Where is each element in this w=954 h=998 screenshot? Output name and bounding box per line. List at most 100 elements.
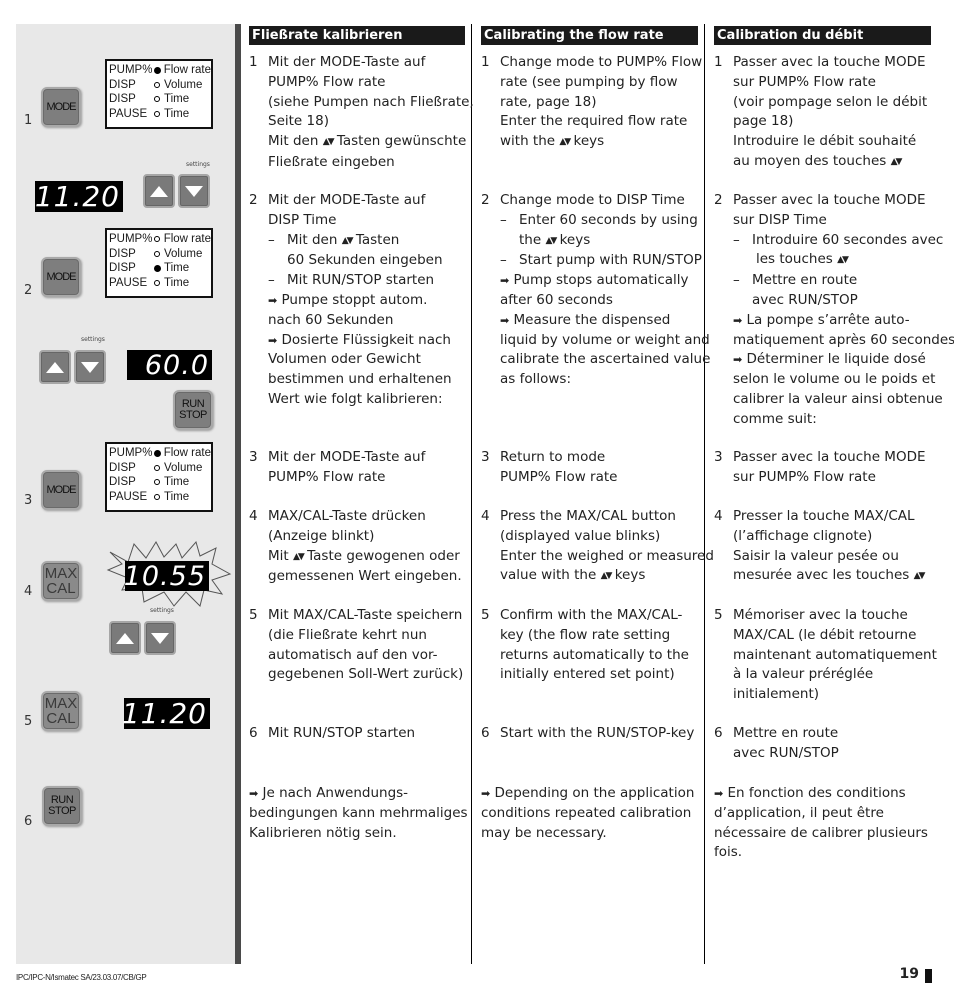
- max-cal-button[interactable]: MAX CAL: [41, 561, 81, 601]
- step-number: 4: [249, 508, 258, 524]
- down-button[interactable]: [74, 350, 106, 384]
- text-line: Mit RUN/STOP starten: [287, 272, 435, 289]
- mode-value: Time: [164, 276, 190, 289]
- text-line: Confirm with the MAX/CAL-: [500, 607, 683, 623]
- text-line: calibrate the ascertained value: [500, 351, 711, 368]
- step-number: 5: [481, 607, 490, 623]
- mode-key: PUMP%: [109, 64, 153, 76]
- document-reference: IPC/IPC-N/Ismatec SA/23.03.07/CB/GP: [16, 973, 147, 982]
- step-number-1: 1: [24, 113, 33, 128]
- text-line: after 60 seconds: [500, 291, 613, 308]
- text-line: maintenant automatiquement: [733, 646, 937, 663]
- text-line: PUMP% Flow rate: [500, 468, 618, 485]
- step-5-text: 5 Mit MAX/CAL-Taste speichern (die Fließr…: [249, 606, 469, 685]
- down-button[interactable]: [144, 621, 176, 655]
- step-number: 3: [249, 449, 258, 465]
- text-line: Introduire le débit souhaité: [733, 133, 917, 150]
- step-number: 5: [249, 607, 258, 623]
- mode-button[interactable]: MODE: [41, 470, 81, 510]
- text-line: Seite 18): [268, 113, 329, 130]
- step-1-text: 1 Change mode to PUMP% Flow rate (see pum…: [481, 53, 702, 153]
- text-line: Mit der MODE-Taste auf: [268, 54, 426, 70]
- text-line: sur DISP Time: [733, 211, 827, 228]
- text-line: Passer avec la touche MODE: [733, 192, 926, 208]
- text-line: keys: [559, 231, 591, 248]
- text-line: Depending on the application: [494, 785, 695, 801]
- text-line: 60 Sekunden eingeben: [287, 252, 443, 269]
- run-stop-button[interactable]: RUN STOP: [42, 786, 82, 826]
- text-line: Tasten: [355, 231, 400, 248]
- max-label: MAX: [44, 565, 78, 582]
- text-line: keys: [573, 133, 605, 150]
- down-arrow-icon: [151, 632, 169, 644]
- arrow-icon: ➡: [733, 313, 743, 327]
- mode-value: Time: [164, 93, 190, 106]
- step-1-text: 1 Passer avec la touche MODE sur PUMP% Fl…: [714, 53, 934, 173]
- mode-value: Flow rate: [163, 233, 211, 245]
- text-line: Pumpe stoppt autom.: [281, 291, 428, 308]
- mode-key: PAUSE: [109, 107, 148, 120]
- cal-label: CAL: [46, 710, 76, 727]
- text-line: nécessaire de calibrer plusieurs: [714, 824, 928, 841]
- inactive-dot-icon: [154, 250, 160, 257]
- step-6-text: 6 Mit RUN/STOP starten: [249, 724, 469, 744]
- step-number: 4: [714, 508, 723, 524]
- text-line: key (the flow rate setting: [500, 626, 671, 643]
- max-cal-button[interactable]: MAX CAL: [41, 691, 81, 731]
- run-stop-button[interactable]: RUN STOP: [173, 390, 213, 430]
- active-dot-icon: [153, 449, 161, 457]
- step-number: 2: [714, 192, 723, 208]
- dash: –: [500, 252, 507, 269]
- text-line: MAX/CAL-Taste drücken: [268, 508, 426, 524]
- step-3-text: 3 Passer avec la touche MODE sur PUMP% Fl…: [714, 448, 934, 488]
- text-line: Introduire 60 secondes avec: [752, 231, 944, 248]
- step-number: 2: [481, 192, 490, 208]
- mode-key: PUMP%: [109, 447, 153, 459]
- column-title: Fließrate kalibrieren: [249, 26, 465, 45]
- text-line: page 18): [733, 113, 794, 130]
- arrow-icon: ➡: [249, 787, 259, 800]
- up-down-keys-icon: ▲▼: [837, 255, 849, 266]
- text-line: Taste gewogenen oder: [307, 547, 460, 564]
- step-6-text: 6 Mettre en route avec RUN/STOP: [714, 724, 934, 764]
- arrow-icon: ➡: [481, 787, 491, 800]
- up-down-keys-icon: ▲▼: [293, 551, 305, 562]
- mode-value: Time: [164, 476, 190, 489]
- mode-key: PAUSE: [109, 490, 148, 503]
- mode-key: DISP: [109, 247, 136, 260]
- step-2-text: 2 Mit der MODE-Taste auf DISP Time – Mit d…: [249, 191, 469, 410]
- step-number-4: 4: [24, 584, 33, 599]
- text-line: initially entered set point): [500, 666, 675, 683]
- up-down-keys-icon: ▲▼: [322, 137, 335, 148]
- settings-label: settings: [186, 161, 210, 168]
- text-line: (die Fließrate kehrt nun: [268, 626, 427, 643]
- text-line: matiquement après 60 secondes: [733, 331, 954, 348]
- lcd-display-blinking: 10.55: [124, 561, 209, 592]
- active-dot-icon: [153, 66, 161, 74]
- text-line: Passer avec la touche MODE: [733, 54, 926, 70]
- step-4-text: 4 Press the MAX/CAL button (displayed val…: [481, 507, 714, 587]
- down-button[interactable]: [178, 174, 210, 208]
- mode-button[interactable]: MODE: [41, 257, 81, 297]
- text-line: La pompe s’arrête auto-: [746, 311, 910, 328]
- text-line: as follows:: [500, 371, 571, 388]
- text-line: liquid by volume or weight and: [500, 331, 710, 348]
- text-line: with the: [500, 133, 556, 150]
- up-button[interactable]: [39, 350, 71, 384]
- up-button[interactable]: [143, 174, 175, 208]
- text-line: Mit den: [287, 231, 338, 248]
- text-line: Start with the RUN/STOP-key: [500, 725, 695, 741]
- up-button[interactable]: [109, 621, 141, 655]
- text-line: Start pump with RUN/STOP: [519, 252, 702, 269]
- lcd-display: 11.20: [122, 697, 210, 730]
- mode-value: Flow rate: [163, 447, 211, 459]
- text-line: Volumen oder Gewicht: [268, 351, 421, 368]
- text-line: (l’affichage clignote): [733, 527, 873, 544]
- text-line: automatisch auf den vor-: [268, 646, 438, 663]
- text-line: Change mode to PUMP% Flow: [500, 54, 703, 70]
- step-number-5: 5: [24, 714, 33, 729]
- text-line: rate, page 18): [500, 93, 597, 110]
- text-line: d’application, il peut être: [714, 804, 884, 821]
- mode-button[interactable]: MODE: [41, 87, 81, 127]
- mode-button-label: MODE: [46, 100, 77, 113]
